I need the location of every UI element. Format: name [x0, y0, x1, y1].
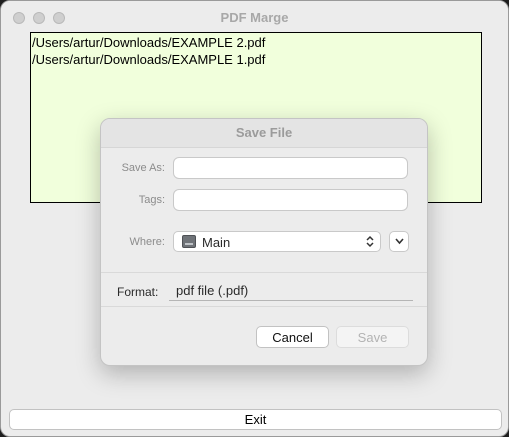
expand-dialog-button[interactable]: [389, 231, 409, 252]
format-select[interactable]: pdf file (.pdf): [176, 283, 248, 298]
tags-field[interactable]: [173, 189, 408, 211]
dialog-header: Save File: [101, 119, 427, 148]
save-button[interactable]: Save: [336, 326, 409, 348]
dialog-title: Save File: [235, 125, 293, 140]
cancel-button[interactable]: Cancel: [256, 326, 329, 348]
updown-chevron-icon: [366, 235, 374, 248]
divider: [101, 272, 427, 273]
list-item[interactable]: /Users/artur/Downloads/EXAMPLE 2.pdf: [32, 34, 481, 51]
window-title: PDF Marge: [220, 10, 289, 25]
where-label: Where:: [129, 236, 165, 248]
tags-label: Tags:: [138, 194, 165, 206]
divider: [101, 306, 427, 307]
chevron-down-icon: [395, 238, 404, 245]
save-file-dialog: Save File Save As: Tags: Where: Main For…: [100, 118, 428, 366]
where-select[interactable]: Main: [173, 231, 381, 252]
list-item[interactable]: /Users/artur/Downloads/EXAMPLE 1.pdf: [32, 51, 481, 68]
format-label: Format:: [117, 285, 159, 299]
app-window: PDF Marge /Users/artur/Downloads/EXAMPLE…: [0, 0, 509, 437]
disk-icon: [182, 235, 196, 248]
save-as-label: Save As:: [121, 162, 165, 174]
exit-button[interactable]: Exit: [9, 409, 502, 430]
title-bar: PDF Marge: [1, 1, 508, 33]
format-underline: [169, 300, 413, 301]
save-as-field[interactable]: [173, 157, 408, 179]
where-value: Main: [202, 235, 231, 250]
